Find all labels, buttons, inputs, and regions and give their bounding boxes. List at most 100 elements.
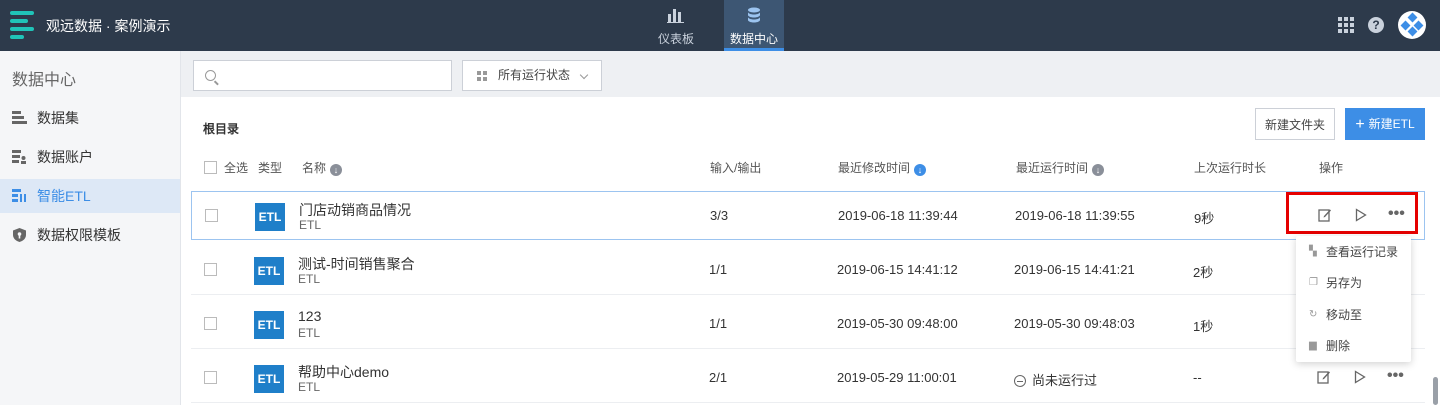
sidebar-item-label: 数据账户 [37, 149, 93, 165]
account-icon [12, 150, 26, 164]
etl-type-icon: ETL [254, 311, 284, 339]
menu-item-label: 另存为 [1326, 276, 1363, 290]
sidebar-item-label: 数据集 [37, 110, 79, 126]
app-grid-icon[interactable] [1338, 17, 1354, 33]
search-box[interactable] [193, 60, 452, 91]
menu-item-view-run-history[interactable]: ▚ 查看运行记录 [1296, 236, 1411, 268]
row-io: 1/1 [709, 262, 728, 277]
row-io: 3/3 [710, 208, 729, 223]
top-bar: 观远数据 · 案例演示 仪表板 数据中心 ? [0, 0, 1440, 51]
menu-item-label: 移动至 [1326, 308, 1363, 322]
search-icon [205, 70, 216, 81]
copy-icon: ❐ [1309, 277, 1318, 288]
row-actions: ••• [1308, 366, 1423, 392]
row-name[interactable]: 帮助中心demo [298, 362, 389, 382]
header-ops: 操作 [1319, 161, 1344, 175]
more-icon[interactable]: ••• [1387, 368, 1404, 386]
menu-item-label: 查看运行记录 [1326, 245, 1399, 259]
grid-icon [477, 71, 487, 81]
run-icon[interactable] [1352, 370, 1368, 386]
menu-item-move-to[interactable]: ↻ 移动至 [1296, 299, 1411, 331]
header-last-run[interactable]: 最近运行时间 ↓ [1016, 159, 1105, 176]
app-logo-icon[interactable] [10, 11, 34, 39]
sort-icon[interactable]: ↓ [1092, 164, 1105, 176]
row-duration: 2秒 [1193, 265, 1214, 280]
vertical-scrollbar[interactable] [1433, 377, 1438, 405]
new-folder-button[interactable]: 新建文件夹 [1255, 108, 1335, 140]
sidebar-item-label: 智能ETL [37, 188, 91, 204]
menu-item-label: 删除 [1326, 339, 1351, 353]
database-icon [748, 7, 760, 23]
menu-item-delete[interactable]: ▆ 删除 [1296, 330, 1411, 362]
nav-dashboard-label: 仪表板 [657, 32, 694, 46]
move-icon: ↻ [1309, 309, 1318, 320]
row-duration: 1秒 [1193, 319, 1214, 334]
row-name[interactable]: 123 [298, 308, 321, 324]
new-etl-button[interactable]: + 新建ETL [1345, 108, 1425, 140]
etl-icon [12, 189, 26, 202]
header-name[interactable]: 名称 ↓ [302, 159, 343, 176]
row-duration: 9秒 [1194, 211, 1215, 226]
row-checkbox[interactable] [204, 371, 217, 384]
main-content: 所有运行状态 根目录 新建文件夹 + 新建ETL 全选 类型 名称 ↓ 输入/输出 … [181, 51, 1440, 405]
main-nav: 仪表板 数据中心 [640, 0, 796, 51]
menu-item-save-as[interactable]: ❐ 另存为 [1296, 267, 1411, 299]
top-right-tools: ? [1338, 11, 1426, 39]
highlight-box [1286, 192, 1418, 234]
breadcrumb[interactable]: 根目录 [203, 120, 239, 137]
row-checkbox[interactable] [205, 209, 218, 222]
table-row[interactable]: ETL 123 ETL 1/1 2019-05-30 09:48:00 2019… [191, 300, 1425, 349]
header-last-run-label: 最近运行时间 [1016, 161, 1089, 175]
search-input[interactable] [222, 66, 442, 86]
row-checkbox[interactable] [204, 263, 217, 276]
table-row[interactable]: ETL 测试-时间销售聚合 ETL 1/1 2019-06-15 14:41:1… [191, 246, 1425, 295]
sort-active-icon[interactable]: ↓ [914, 164, 927, 176]
row-modified: 2019-06-15 14:41:12 [837, 262, 958, 277]
nav-dashboard[interactable]: 仪表板 [640, 0, 712, 51]
help-icon[interactable]: ? [1368, 17, 1384, 33]
row-type: ETL [298, 272, 321, 286]
header-duration: 上次运行时长 [1194, 161, 1267, 175]
row-modified: 2019-06-18 11:39:44 [838, 208, 958, 223]
row-last-run: 2019-05-30 09:48:03 [1014, 316, 1135, 331]
header-io: 输入/输出 [710, 161, 762, 175]
run-status-label: 所有运行状态 [498, 68, 571, 82]
new-etl-label: 新建ETL [1368, 116, 1415, 131]
row-type: ETL [298, 326, 321, 340]
more-actions-menu: ▚ 查看运行记录 ❐ 另存为 ↻ 移动至 ▆ 删除 [1296, 236, 1411, 362]
header-type: 类型 [258, 161, 283, 175]
row-type: ETL [298, 380, 321, 394]
row-checkbox[interactable] [204, 317, 217, 330]
avatar[interactable] [1398, 11, 1426, 39]
row-last-run: 2019-06-18 11:39:55 [1015, 208, 1135, 223]
dataset-icon [12, 111, 27, 124]
row-name[interactable]: 门店动销商品情况 [299, 200, 411, 220]
not-run-icon [1014, 375, 1026, 387]
row-type: ETL [299, 218, 322, 232]
etl-type-icon: ETL [254, 257, 284, 285]
row-modified: 2019-05-30 09:48:00 [837, 316, 958, 331]
row-last-run: 尚未运行过 [1014, 370, 1097, 389]
sidebar-item-datasets[interactable]: 数据集 [0, 101, 180, 135]
header-modified[interactable]: 最近修改时间 ↓ [838, 159, 927, 176]
table-row[interactable]: ETL 帮助中心demo ETL 2/1 2019-05-29 11:00:01… [191, 354, 1425, 403]
sidebar-item-smart-etl[interactable]: 智能ETL [0, 179, 180, 213]
run-status-select[interactable]: 所有运行状态 [462, 60, 602, 91]
sidebar-item-label: 数据权限模板 [37, 227, 121, 243]
header-name-label: 名称 [302, 161, 327, 175]
sidebar-item-permission-templates[interactable]: 数据权限模板 [0, 218, 180, 252]
edit-icon[interactable] [1316, 370, 1332, 386]
select-all-label[interactable]: 全选 [224, 159, 248, 176]
etl-type-icon: ETL [255, 203, 285, 231]
row-duration: -- [1193, 370, 1202, 385]
sidebar-item-accounts[interactable]: 数据账户 [0, 140, 180, 174]
table-row[interactable]: ETL 门店动销商品情况 ETL 3/3 2019-06-18 11:39:44… [191, 191, 1425, 240]
plus-icon: + [1355, 115, 1365, 133]
row-name[interactable]: 测试-时间销售聚合 [298, 254, 415, 274]
nav-data-center[interactable]: 数据中心 [724, 0, 784, 51]
select-all-checkbox[interactable] [204, 161, 217, 174]
row-io: 2/1 [709, 370, 728, 385]
row-modified: 2019-05-29 11:00:01 [837, 370, 957, 385]
etl-type-icon: ETL [254, 365, 284, 393]
sort-icon[interactable]: ↓ [330, 164, 343, 176]
